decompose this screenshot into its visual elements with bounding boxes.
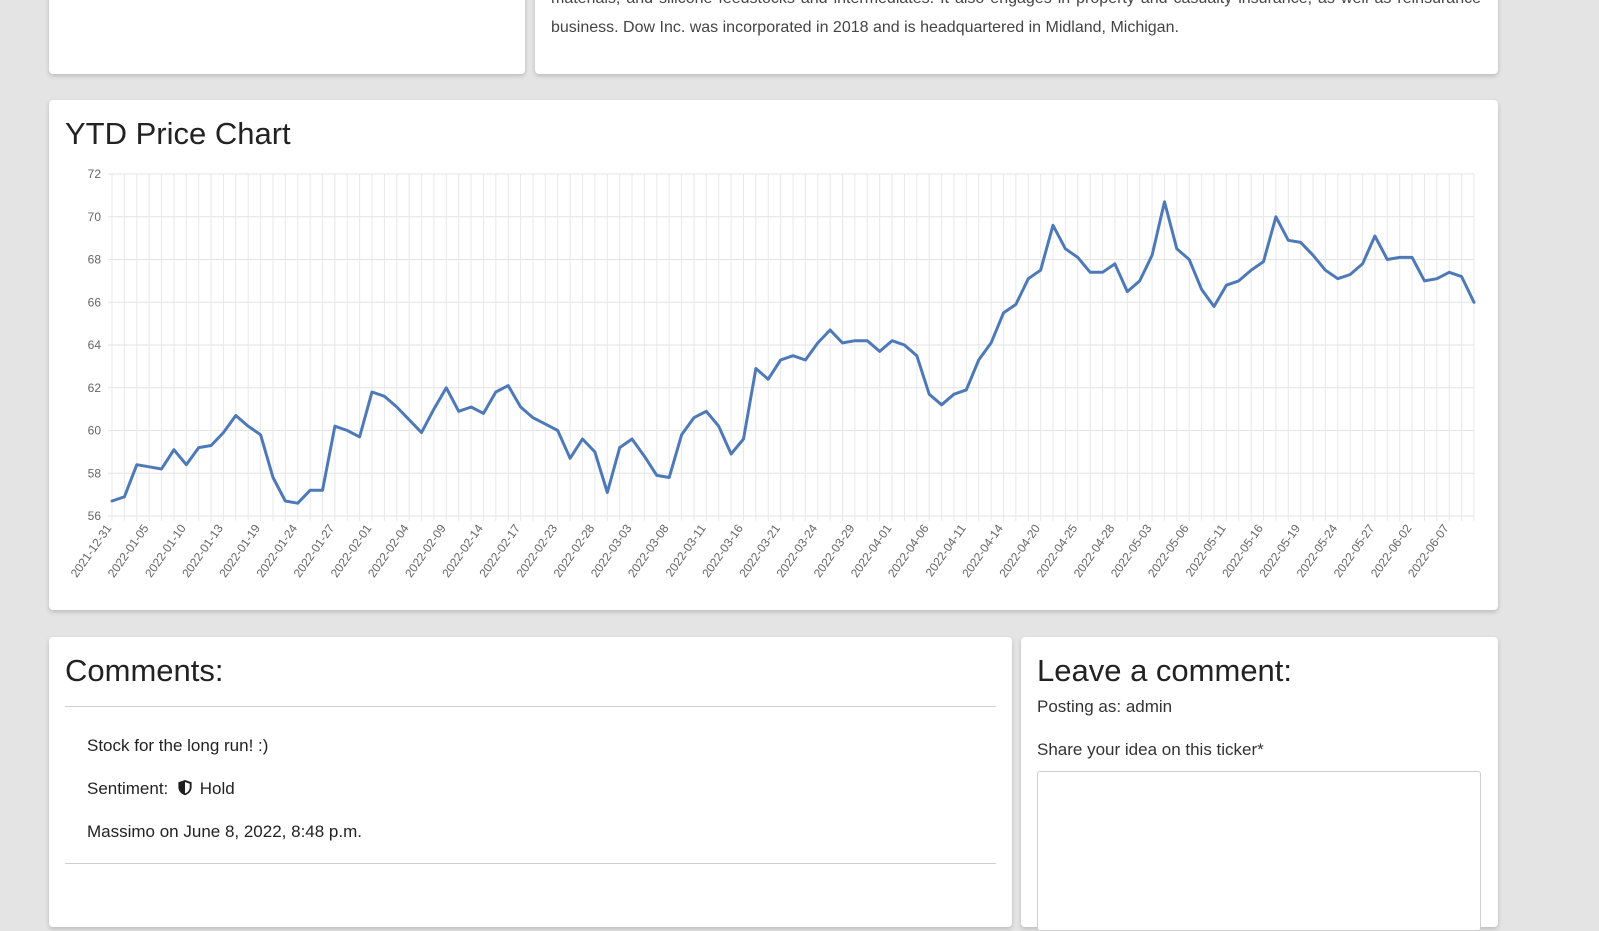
top-left-card: [49, 0, 525, 74]
company-description: materials, and silicone feedstocks and i…: [551, 0, 1481, 36]
price-line-chart: 5658606264666870722021-12-312022-01-0520…: [68, 167, 1476, 580]
y-tick-label: 66: [88, 295, 102, 309]
y-tick-label: 58: [88, 466, 102, 480]
y-tick-label: 68: [88, 253, 102, 267]
comment-author-date: Massimo on June 8, 2022, 8:48 p.m.: [87, 822, 362, 841]
comments-title: Comments:: [65, 653, 224, 688]
leave-comment-card: Leave a comment: Posting as: admin Share…: [1021, 637, 1498, 931]
comment-text: Stock for the long run! :): [87, 736, 269, 755]
shield-icon: [178, 779, 192, 796]
y-tick-label: 56: [88, 509, 102, 523]
leave-comment-title: Leave a comment:: [1037, 653, 1293, 688]
y-tick-label: 62: [88, 381, 102, 395]
y-tick-label: 60: [88, 424, 102, 438]
comments-card: Comments: Stock for the long run! :) Sen…: [49, 637, 1012, 927]
comment-sentiment: Sentiment: Hold: [87, 779, 235, 799]
price-chart-card: YTD Price Chart 56 58 60 62 64 66 68 70 72 2021-1…: [49, 100, 1498, 610]
comments-divider-bottom: [65, 863, 996, 864]
company-description-card: materials, and silicone feedstocks and i…: [535, 0, 1498, 74]
sentiment-label: Sentiment:: [87, 779, 169, 798]
posting-as-text: Posting as: admin: [1037, 697, 1173, 716]
y-tick-label: 72: [88, 167, 102, 181]
idea-textarea[interactable]: [1037, 771, 1481, 931]
sentiment-value: Hold: [199, 779, 235, 798]
y-tick-label: 64: [88, 338, 102, 352]
comments-divider-top: [65, 706, 996, 707]
idea-field-label: Share your idea on this ticker*: [1037, 740, 1264, 759]
y-tick-label: 70: [88, 210, 102, 224]
